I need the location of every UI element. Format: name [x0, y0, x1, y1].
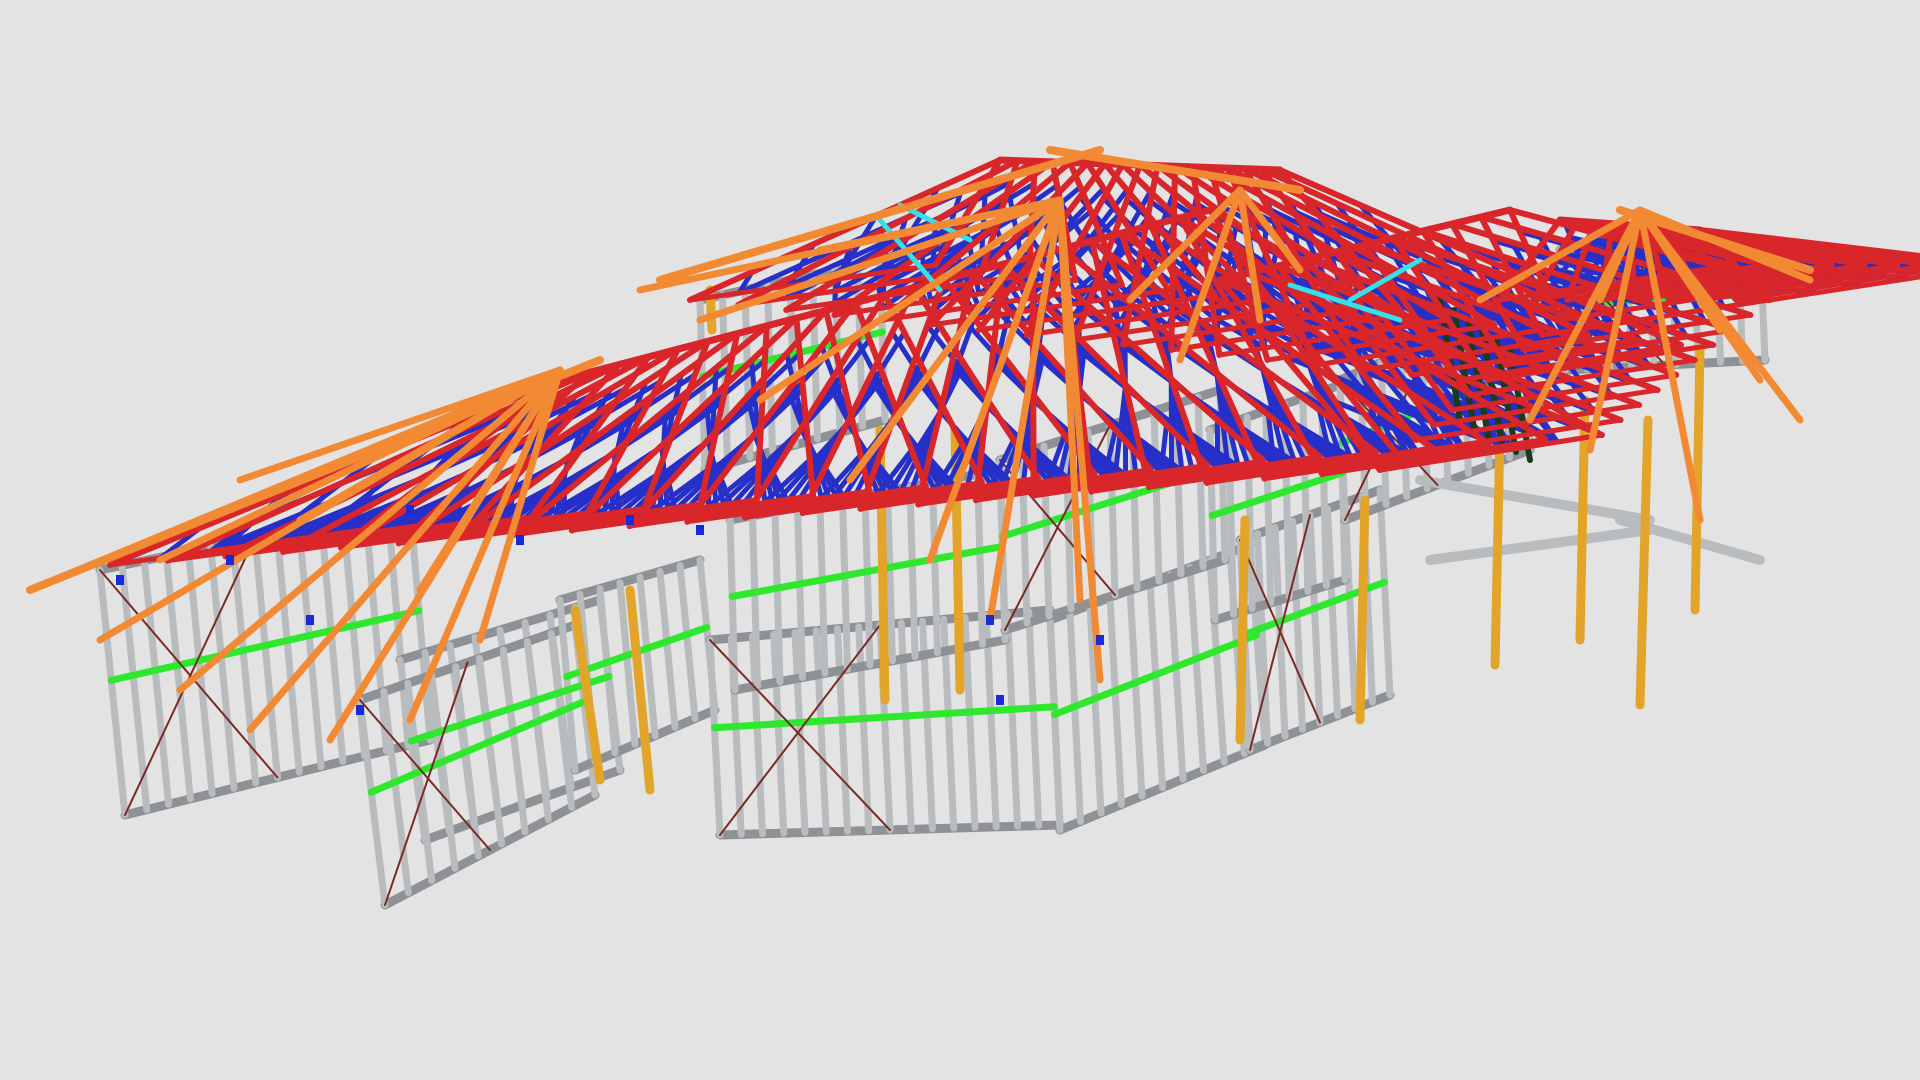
wall-stud — [1324, 505, 1341, 720]
wall-stud — [273, 529, 303, 776]
wall-stud — [1146, 579, 1166, 791]
wall-stud — [1166, 571, 1187, 783]
wall-stud — [118, 561, 151, 814]
wall-stud — [1186, 564, 1207, 774]
wall-stud — [839, 495, 851, 673]
jamb-post — [1490, 425, 1505, 670]
wall-stud — [1025, 608, 1043, 830]
wall-stud — [794, 504, 806, 681]
wall-stud — [771, 508, 784, 686]
jamb-post — [1355, 495, 1370, 725]
wall-stud — [706, 636, 724, 839]
connector-block — [306, 615, 314, 625]
wall-stud — [207, 543, 238, 792]
wall-stud — [676, 562, 699, 723]
jamb-post — [1235, 515, 1250, 745]
wall-stud — [1126, 586, 1146, 800]
connector-block — [986, 615, 994, 625]
jamb-post — [1635, 415, 1653, 710]
connector-block — [696, 525, 704, 535]
wall-stud — [1046, 616, 1064, 834]
wall-stud — [656, 567, 679, 731]
connector-block — [116, 575, 124, 585]
wall-stud — [96, 566, 129, 819]
porch-beam — [1415, 475, 1655, 525]
wall-stud — [596, 585, 619, 757]
wall-stud — [906, 483, 919, 661]
porch-beam — [1425, 525, 1655, 565]
wall-stud — [1150, 407, 1163, 585]
connector-block — [516, 535, 524, 545]
wall-stud — [1376, 486, 1394, 699]
wall-stud — [816, 499, 829, 677]
steel-frame-3d-model — [26, 146, 1920, 910]
connector-block — [226, 555, 234, 565]
truss-web — [1122, 335, 1129, 485]
wall-stud — [929, 479, 941, 656]
connector-block — [1096, 635, 1104, 645]
wall-stud — [251, 534, 281, 781]
model-viewport[interactable] — [0, 0, 1920, 1080]
wall-stud — [749, 512, 761, 690]
connector-block — [626, 515, 634, 525]
wall-stud — [1004, 610, 1021, 830]
wall-stud — [1066, 609, 1084, 825]
connector-block — [356, 705, 364, 715]
connector-block — [996, 695, 1004, 705]
wall-stud — [1306, 511, 1324, 726]
connector-block — [406, 505, 414, 515]
wall-stud — [523, 638, 552, 823]
wall-stud — [1106, 594, 1125, 808]
